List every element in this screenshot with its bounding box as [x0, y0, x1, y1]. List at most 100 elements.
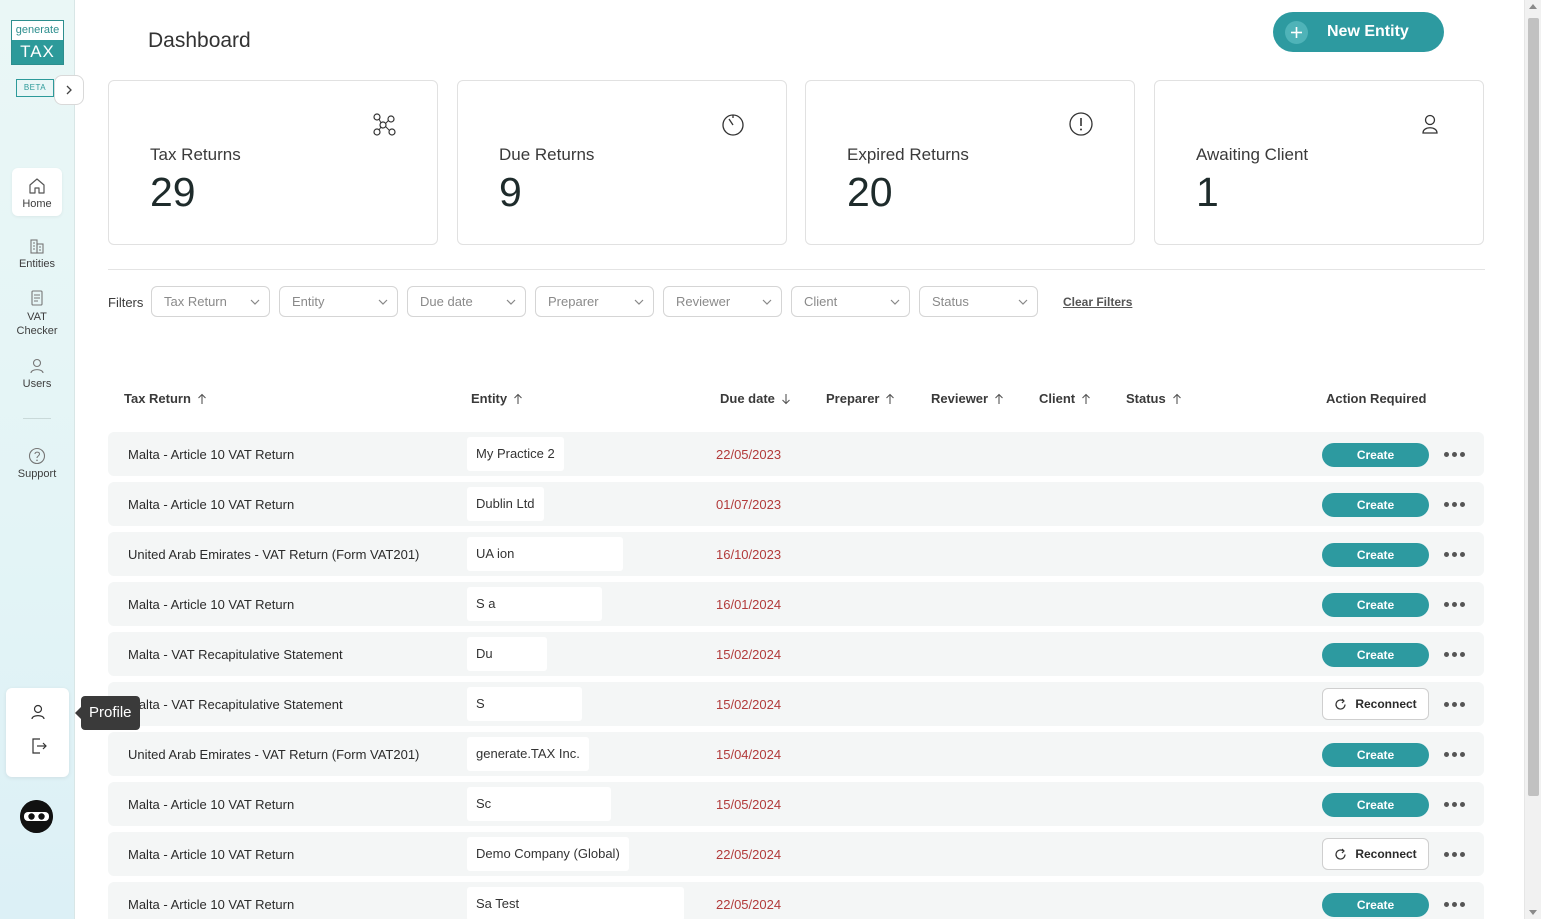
cell-tax-return: Malta - VAT Recapitulative Statement — [128, 697, 343, 712]
divider — [108, 269, 1485, 270]
table-row[interactable]: Malta - Article 10 VAT Return S a 16/01/… — [108, 582, 1484, 626]
create-button[interactable]: Create — [1322, 593, 1429, 617]
cell-tax-return: Malta - Article 10 VAT Return — [128, 597, 295, 612]
sidebar-item-support[interactable]: Support — [12, 444, 62, 484]
table-row[interactable]: Malta - Article 10 VAT Return Dublin Ltd… — [108, 482, 1484, 526]
create-button[interactable]: Create — [1322, 743, 1429, 767]
sidebar-item-label: Home — [22, 198, 52, 210]
reconnect-button[interactable]: Reconnect — [1322, 838, 1429, 870]
more-options-icon[interactable] — [1442, 897, 1466, 911]
scroll-down-icon[interactable] — [1529, 910, 1537, 915]
vertical-scrollbar[interactable] — [1524, 0, 1541, 919]
cell-tax-return: Malta - Article 10 VAT Return — [128, 847, 295, 862]
scroll-up-icon[interactable] — [1529, 4, 1537, 9]
app-logo[interactable]: generate TAX — [11, 20, 64, 65]
table-row[interactable]: United Arab Emirates - VAT Return (Form … — [108, 532, 1484, 576]
cell-due-date: 15/04/2024 — [716, 747, 782, 762]
create-button[interactable]: Create — [1322, 893, 1429, 917]
chevron-down-icon — [634, 299, 644, 305]
filter-label: Reviewer — [676, 294, 731, 309]
cell-tax-return: Malta - Article 10 VAT Return — [128, 897, 295, 912]
filters-label: Filters — [108, 295, 144, 310]
stat-value: 1 — [1196, 169, 1219, 215]
arrow-up-icon — [514, 393, 523, 404]
stat-label: Expired Returns — [847, 145, 969, 164]
sidebar-item-home[interactable]: Home — [12, 168, 62, 216]
column-header-label: Preparer — [826, 391, 880, 406]
new-entity-button[interactable]: New Entity — [1273, 12, 1444, 52]
more-options-icon[interactable] — [1442, 447, 1466, 461]
more-options-icon[interactable] — [1442, 697, 1466, 711]
cell-tax-return: United Arab Emirates - VAT Return (Form … — [128, 547, 420, 562]
create-button[interactable]: Create — [1322, 793, 1429, 817]
column-header-preparer[interactable]: Preparer — [826, 391, 895, 406]
table-row[interactable]: Malta - Article 10 VAT Return Sa Test 22… — [108, 882, 1484, 919]
column-header-reviewer[interactable]: Reviewer — [931, 391, 1004, 406]
logout-icon[interactable] — [29, 736, 49, 761]
create-button[interactable]: Create — [1322, 493, 1429, 517]
cell-entity: generate.TAX Inc. — [467, 737, 589, 771]
clear-filters-link[interactable]: Clear Filters — [1063, 295, 1132, 309]
create-button[interactable]: Create — [1322, 443, 1429, 467]
scrollbar-thumb[interactable] — [1528, 18, 1539, 796]
sidebar-item-users[interactable]: Users — [12, 354, 62, 394]
cell-due-date: 01/07/2023 — [716, 497, 782, 512]
table-row[interactable]: Malta - VAT Recapitulative Statement S 1… — [108, 682, 1484, 726]
column-header-status[interactable]: Status — [1126, 391, 1182, 406]
sidebar-item-vat-checker[interactable]: VAT Checker — [12, 286, 62, 338]
table-row[interactable]: Malta - VAT Recapitulative Statement Du … — [108, 632, 1484, 676]
sidebar-item-entities[interactable]: Entities — [12, 234, 62, 274]
filter-label: Tax Return — [164, 294, 227, 309]
filter-preparer[interactable]: Preparer — [535, 286, 654, 317]
filter-due-date[interactable]: Due date — [407, 286, 526, 317]
cell-due-date: 16/10/2023 — [716, 547, 782, 562]
column-header-label: Action Required — [1326, 391, 1427, 406]
more-options-icon[interactable] — [1442, 647, 1466, 661]
column-header-label: Reviewer — [931, 391, 989, 406]
cell-entity: Demo Company (Global) — [467, 837, 629, 871]
arrow-up-icon — [995, 393, 1003, 404]
filter-reviewer[interactable]: Reviewer — [663, 286, 782, 317]
more-options-icon[interactable] — [1442, 547, 1466, 561]
user-icon — [1417, 111, 1443, 137]
create-button[interactable]: Create — [1322, 543, 1429, 567]
profile-icon[interactable] — [28, 702, 48, 727]
filter-entity[interactable]: Entity — [279, 286, 398, 317]
cell-due-date: 15/05/2024 — [716, 797, 782, 812]
stat-card-awaiting-client[interactable]: Awaiting Client 1 — [1154, 80, 1484, 245]
column-header-tax-return[interactable]: Tax Return — [124, 391, 207, 406]
table-row[interactable]: Malta - Article 10 VAT Return Demo Compa… — [108, 832, 1484, 876]
stat-card-tax-returns[interactable]: Tax Returns 29 — [108, 80, 438, 245]
cell-due-date: 22/05/2024 — [716, 897, 782, 912]
column-header-entity[interactable]: Entity — [471, 391, 523, 406]
stat-card-expired-returns[interactable]: Expired Returns 20 — [805, 80, 1135, 245]
filter-client[interactable]: Client — [791, 286, 910, 317]
table-row[interactable]: Malta - Article 10 VAT Return My Practic… — [108, 432, 1484, 476]
table-row[interactable]: Malta - Article 10 VAT Return Sc 15/05/2… — [108, 782, 1484, 826]
stat-label: Awaiting Client — [1196, 145, 1309, 164]
column-header-client[interactable]: Client — [1039, 391, 1091, 406]
cell-tax-return: Malta - Article 10 VAT Return — [128, 447, 295, 462]
more-options-icon[interactable] — [1442, 847, 1466, 861]
arrow-up-icon — [1172, 393, 1181, 404]
table-row[interactable]: United Arab Emirates - VAT Return (Form … — [108, 732, 1484, 776]
profile-tooltip: Profile — [75, 696, 140, 730]
cell-entity: My Practice 2 — [467, 437, 564, 471]
filter-tax-return[interactable]: Tax Return — [151, 286, 270, 317]
reconnect-button[interactable]: Reconnect — [1322, 688, 1429, 720]
more-options-icon[interactable] — [1442, 797, 1466, 811]
more-options-icon[interactable] — [1442, 747, 1466, 761]
arrow-up-icon — [1082, 393, 1091, 404]
filter-status[interactable]: Status — [919, 286, 1038, 317]
cell-tax-return: Malta - VAT Recapitulative Statement — [128, 647, 343, 662]
column-header-due-date[interactable]: Due date — [720, 391, 791, 406]
sidebar-expand-button[interactable] — [54, 75, 84, 105]
create-button[interactable]: Create — [1322, 643, 1429, 667]
avatar[interactable] — [20, 800, 53, 833]
cell-entity: Sc — [467, 787, 611, 821]
more-options-icon[interactable] — [1442, 497, 1466, 511]
chevron-down-icon — [762, 299, 772, 305]
more-options-icon[interactable] — [1442, 597, 1466, 611]
cell-entity: Dublin Ltd — [467, 487, 544, 521]
stat-card-due-returns[interactable]: Due Returns 9 — [457, 80, 787, 245]
